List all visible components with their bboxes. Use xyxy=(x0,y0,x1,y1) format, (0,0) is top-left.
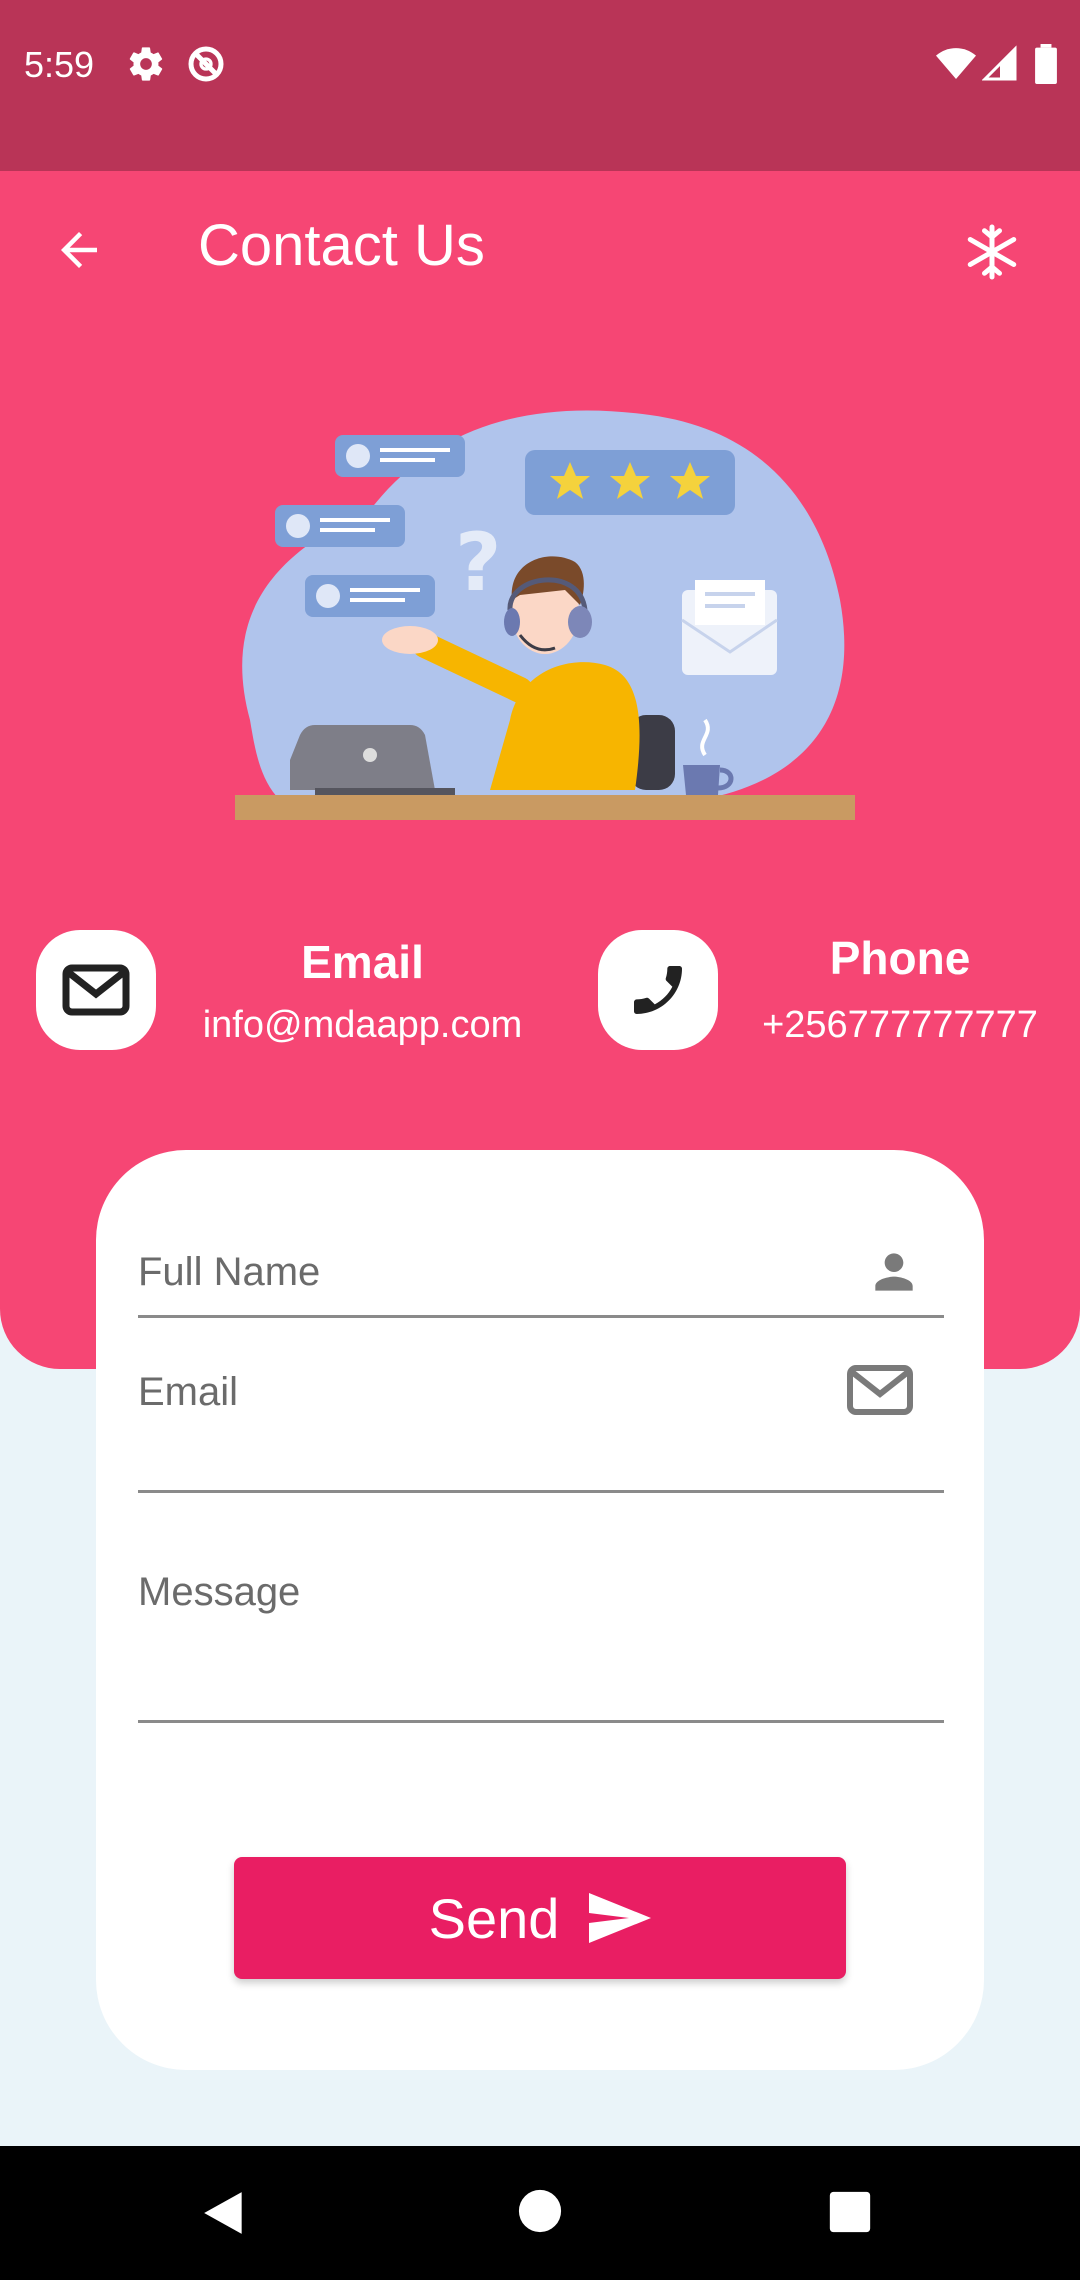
page-title: Contact Us xyxy=(198,213,485,278)
email-field[interactable]: Email xyxy=(138,1318,944,1493)
status-time: 5:59 xyxy=(24,44,95,85)
wifi-icon xyxy=(936,44,976,89)
back-triangle-icon[interactable] xyxy=(200,2188,250,2243)
send-icon xyxy=(589,1893,652,1943)
home-circle-icon[interactable] xyxy=(517,2188,563,2239)
message-field-label: Message xyxy=(138,1570,301,1614)
recents-square-icon[interactable] xyxy=(828,2190,872,2239)
full-name-field[interactable]: Full Name xyxy=(138,1200,944,1318)
email-contact-label: Email xyxy=(301,936,424,988)
email-contact-button[interactable] xyxy=(36,930,156,1050)
phone-contact-value[interactable]: +256777777777 xyxy=(740,1004,1060,1047)
envelope-icon xyxy=(846,1364,914,1421)
gear-icon xyxy=(126,44,166,89)
full-name-label: Full Name xyxy=(138,1250,321,1294)
envelope-icon xyxy=(62,964,130,1016)
action-button[interactable] xyxy=(952,212,1032,292)
snowflake-icon xyxy=(967,224,1017,280)
status-bar: 5:59 xyxy=(0,0,1080,171)
signal-icon xyxy=(981,44,1018,89)
battery-icon xyxy=(1034,44,1058,89)
arrow-left-icon xyxy=(61,232,97,268)
message-field[interactable]: Message xyxy=(138,1493,944,1723)
support-illustration: ? xyxy=(220,390,870,870)
email-contact-value[interactable]: info@mdaapp.com xyxy=(195,1004,530,1047)
send-button[interactable]: Send xyxy=(234,1857,846,1979)
phone-contact-label: Phone xyxy=(829,932,971,984)
back-button[interactable] xyxy=(44,215,114,285)
phone-contact-button[interactable] xyxy=(598,930,718,1050)
svg-text:?: ? xyxy=(455,516,501,609)
contact-form-card: Full Name Email Message Send xyxy=(96,1150,984,2070)
person-icon xyxy=(866,1244,922,1305)
send-button-label: Send xyxy=(428,1886,560,1950)
email-field-label: Email xyxy=(138,1370,239,1414)
no-disturb-icon xyxy=(186,44,226,89)
system-nav-bar xyxy=(0,2146,1080,2280)
phone-icon xyxy=(634,966,682,1014)
